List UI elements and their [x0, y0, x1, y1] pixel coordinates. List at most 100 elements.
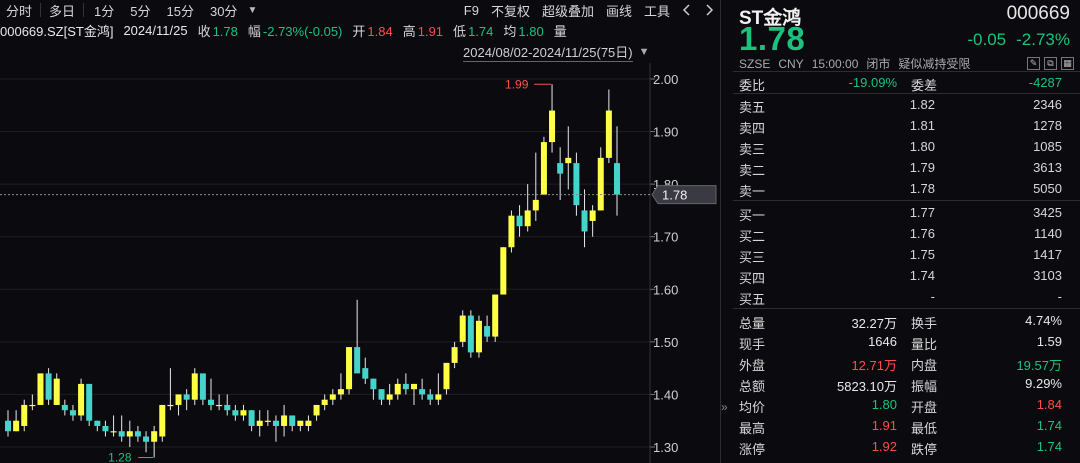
bid-row[interactable]: 买五 - - — [733, 286, 1080, 307]
candle-body — [118, 431, 125, 437]
tab-period-30m[interactable]: 30分 — [202, 1, 245, 20]
bid-row[interactable]: 买四 1.74 3103 — [733, 265, 1080, 286]
stat-row: 涨停 1.92 跌停 1.74 — [733, 436, 1080, 457]
stock-code: 000669 — [1006, 3, 1070, 24]
tab-multiday[interactable]: 多日 — [43, 1, 81, 20]
restriction-note: 疑似减持受限 — [898, 57, 971, 71]
candle-body — [557, 163, 564, 174]
bid-row[interactable]: 买一 1.77 3425 — [733, 202, 1080, 223]
candle-body — [484, 326, 491, 337]
currency-label: CNY — [778, 56, 804, 71]
candle-body — [208, 399, 214, 405]
collapse-panel-icon[interactable]: » — [721, 400, 733, 414]
bid-price: 1.74 — [909, 268, 935, 283]
stat-value: 9.29% — [1025, 376, 1062, 391]
candle-body — [167, 404, 174, 407]
bid-price: 1.76 — [909, 226, 935, 241]
ask-label: 卖五 — [739, 100, 766, 115]
candle-body — [451, 347, 458, 363]
stat-value: 12.71万 — [851, 358, 897, 373]
candle-body — [394, 383, 401, 395]
candle-body — [467, 315, 474, 353]
stat-label: 最高 — [739, 421, 766, 436]
next-arrow-icon[interactable] — [700, 1, 718, 19]
stat-value: 1.91 — [871, 418, 897, 433]
candle-body — [435, 394, 442, 400]
candle-body — [419, 389, 426, 395]
candle-body — [53, 378, 60, 405]
close-value: 1.78 — [212, 23, 238, 39]
tab-period-1m[interactable]: 1分 — [86, 1, 122, 20]
edit-icon[interactable]: ✎ — [1027, 57, 1040, 70]
bid-label: 买二 — [739, 229, 766, 244]
tab-period-5m[interactable]: 5分 — [122, 1, 158, 20]
candle-body — [321, 399, 328, 405]
candle-body — [69, 410, 76, 416]
draw-line-button[interactable]: 画线 — [600, 1, 638, 20]
ask-price: 1.82 — [909, 97, 935, 112]
stat-value: 19.57万 — [1016, 358, 1062, 373]
kline-svg[interactable]: 2.001.901.801.701.601.501.401.301.991.28… — [0, 63, 720, 463]
tab-period-15m[interactable]: 15分 — [159, 1, 202, 20]
bid-price: - — [930, 289, 935, 304]
candle-body — [86, 383, 93, 421]
period-dropdown-icon[interactable]: ▼ — [247, 5, 257, 16]
bid-price: 1.75 — [909, 247, 935, 262]
y-tick-label: 1.30 — [653, 440, 678, 455]
ask-row[interactable]: 卖三 1.80 1085 — [733, 136, 1080, 157]
prev-arrow-icon[interactable] — [678, 1, 696, 19]
candle-body — [126, 431, 133, 437]
adjust-button[interactable]: 不复权 — [485, 1, 536, 20]
date-range-text[interactable]: 2024/08/02-2024/11/25(75日) — [463, 42, 633, 62]
ask-label: 卖二 — [739, 163, 766, 178]
low-label: 低 — [453, 23, 467, 39]
candle-body — [143, 436, 150, 442]
ohlc-info-bar: 000669.SZ[ST金鸿] 2024/11/25 收 1.78 幅 -2.73%… — [0, 20, 720, 40]
divider — [733, 308, 1080, 309]
tools-button[interactable]: 工具 — [638, 1, 676, 20]
exchange-label: SZSE — [739, 56, 771, 71]
ask-price: 1.79 — [909, 160, 935, 175]
candle-body — [13, 420, 20, 432]
tab-timeshare[interactable]: 分时 — [0, 1, 38, 20]
ask-row[interactable]: 卖一 1.78 5050 — [733, 178, 1080, 199]
layout-icon[interactable]: ▦ — [1061, 57, 1074, 70]
range-dropdown-icon[interactable]: ▼ — [639, 46, 650, 58]
candle-body — [94, 420, 101, 426]
bid-row[interactable]: 买三 1.75 1417 — [733, 244, 1080, 265]
candle-body — [524, 210, 531, 227]
candle-body — [78, 383, 85, 416]
candle-body — [5, 420, 11, 432]
kline-chart[interactable]: 2.00 1.90 1.80 1.70 1.60 1.50 1.40 1.30 1.99 1.28… — [0, 63, 720, 463]
candle-body — [508, 215, 515, 248]
ask-row[interactable]: 卖五 1.82 2346 — [733, 94, 1080, 115]
candle-body — [459, 315, 466, 342]
stat-value: 1.74 — [1036, 439, 1062, 454]
date-range-selector[interactable]: 2024/08/02-2024/11/25(75日) ▼ — [463, 41, 650, 63]
overlay-button[interactable]: 超级叠加 — [536, 1, 600, 20]
stat-row: 总量 32.27万 换手 4.74% — [733, 310, 1080, 331]
max-price-label: 1.99 — [505, 77, 529, 91]
y-tick-label: 1.50 — [653, 335, 678, 350]
candle-body — [346, 347, 353, 390]
volume-label: 量 — [553, 23, 567, 39]
f9-button[interactable]: F9 — [458, 3, 485, 18]
avg-value: 1.80 — [518, 23, 544, 39]
ask-row[interactable]: 卖四 1.81 1278 — [733, 115, 1080, 136]
ask-label: 卖四 — [739, 121, 766, 136]
candle-body — [45, 373, 52, 400]
ask-volume: 1085 — [1033, 139, 1062, 154]
candle-body — [500, 247, 507, 295]
popout-icon[interactable]: ⧉ — [1044, 57, 1057, 70]
candle-body — [532, 199, 539, 211]
stat-label: 跌停 — [911, 442, 938, 457]
candle-body — [216, 404, 223, 407]
ask-volume: 3613 — [1033, 160, 1062, 175]
bid-row[interactable]: 买二 1.76 1140 — [733, 223, 1080, 244]
stat-value: 4.74% — [1025, 313, 1062, 328]
high-label: 高 — [402, 23, 416, 39]
min-price-label: 1.28 — [108, 451, 132, 463]
stat-value: 1.84 — [1036, 397, 1062, 412]
candle-body — [248, 410, 255, 426]
ask-row[interactable]: 卖二 1.79 3613 — [733, 157, 1080, 178]
